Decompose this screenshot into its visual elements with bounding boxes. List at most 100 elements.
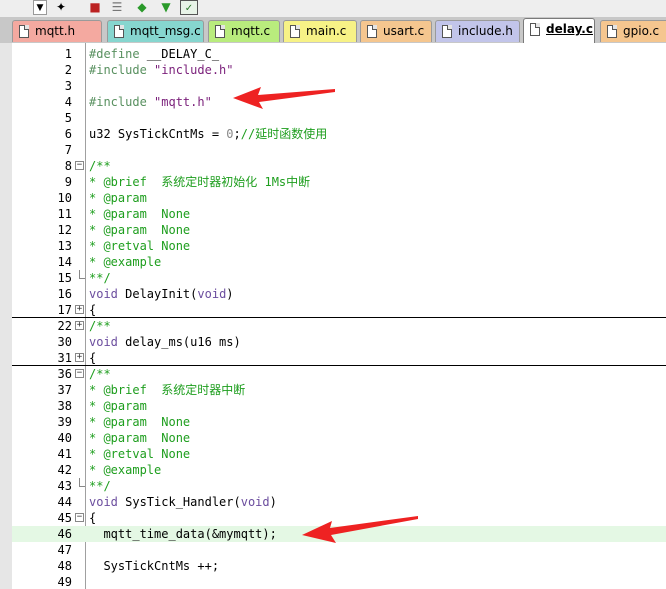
code-line[interactable]: 1 #define __DELAY_C_ [12,46,666,62]
code-line[interactable]: 13 * @retval None [12,238,666,254]
code-token: * @brief 系统定时器初始化 1Ms中断 [89,175,311,189]
code-line[interactable]: 39 * @param None [12,414,666,430]
dropdown-icon[interactable]: ▼ [33,0,47,15]
line-number: 47 [57,543,72,557]
code-text: * @param None [89,222,190,238]
code-token: ) [269,495,277,509]
code-token: u32 SysTickCntMs = [89,127,227,141]
code-text: { [89,350,96,366]
code-line[interactable]: 22 + /** [12,318,666,334]
tab-mqtt-h[interactable]: mqtt.h [12,20,102,42]
code-text: * @example [89,254,161,270]
code-text: * @retval None [89,446,190,462]
code-line[interactable]: 36−/** [12,366,666,382]
code-line[interactable]: 40 * @param None [12,430,666,446]
code-line[interactable]: 38 * @param [12,398,666,414]
code-token: * @param None [89,431,191,445]
line-number: 30 [57,335,72,349]
tab-gpio-c[interactable]: gpio.c [600,20,666,42]
line-number: 48 [57,559,72,573]
tab-main-c[interactable]: main.c [283,20,357,42]
expand-icon[interactable]: + [75,321,84,330]
line-number: 38 [57,399,72,413]
line-number: 42 [57,463,72,477]
collapse-icon[interactable]: − [75,513,84,522]
code-token: **/ [89,271,111,285]
collapse-icon[interactable]: − [75,161,84,170]
code-line[interactable]: 6 u32 SysTickCntMs = 0;//延时函数使用 [12,126,666,142]
tab-include-h[interactable]: include.h [435,20,520,42]
code-line[interactable]: 10 * @param [12,190,666,206]
code-line[interactable]: 17 + { [12,302,666,318]
tab-usart-c[interactable]: usart.c [360,20,432,42]
code-line[interactable]: 12 * @param None [12,222,666,238]
line-number: 40 [57,431,72,445]
code-line[interactable]: 8−/** [12,158,666,174]
build-icon[interactable]: ■ [86,0,104,15]
tab-mqtt-c[interactable]: mqtt.c [208,20,280,42]
code-text: void DelayInit(void) [89,286,234,302]
code-line[interactable]: 31 + { [12,350,666,366]
code-line[interactable]: 44 void SysTick_Handler(void) [12,494,666,510]
file-icon [607,25,617,38]
file-icon [290,25,300,38]
tab-delay-c[interactable]: delay.c [523,18,595,43]
line-number: 1 [64,47,72,61]
code-text: { [89,302,96,318]
code-token: #define [89,47,140,61]
line-number: 14 [57,255,72,269]
expand-icon[interactable]: + [75,353,84,362]
tab-mqtt-msg-c[interactable]: mqtt_msg.c [107,20,204,42]
file-icon [367,25,377,38]
code-line[interactable]: 37 * @brief 系统定时器中断 [12,382,666,398]
line-number: 31 [57,351,72,365]
magic-wand-icon[interactable]: ✦ [52,0,70,15]
line-number: 45 [57,511,72,525]
code-line[interactable]: 16 void DelayInit(void) [12,286,666,302]
code-line[interactable]: 14 * @example [12,254,666,270]
code-line[interactable]: 2 #include "include.h" [12,62,666,78]
code-line[interactable]: 11 * @param None [12,206,666,222]
green-diamond-icon[interactable]: ▼ [157,0,175,15]
code-line[interactable]: 42 * @example [12,462,666,478]
line-number: 3 [64,79,72,93]
line-number: 41 [57,447,72,461]
code-editor[interactable]: 1 #define __DELAY_C_ 2 #include "include.h"… [12,43,666,589]
code-text: * @param None [89,430,190,446]
green-down-icon[interactable]: ◆ [133,0,151,15]
code-text: #define __DELAY_C_ [89,46,219,62]
code-line[interactable]: 9 * @brief 系统定时器初始化 1Ms中断 [12,174,666,190]
tab-label: mqtt.h [35,24,76,38]
code-line[interactable]: 49 [12,574,666,589]
code-token: { [89,511,97,525]
red-arrow-icon [302,516,418,543]
code-text: { [89,510,96,526]
tab-label: delay.c [546,22,593,36]
stack-icon[interactable]: ☰ [108,0,126,15]
toolbar: ▼ ✦ ■ ☰ ◆ ▼ ✓ [0,0,666,18]
code-line[interactable]: 7 [12,142,666,158]
code-token: * @param [89,399,147,413]
line-number: 22 [57,319,72,333]
file-tab-bar: mqtt.h mqtt_msg.c mqtt.c main.c usart.c inclu… [0,17,666,43]
code-token: * @param None [89,207,191,221]
checklist-icon[interactable]: ✓ [180,0,198,15]
code-token: { [89,303,97,317]
code-text: mqtt_time_data(&mymqtt); [89,526,276,542]
code-line[interactable]: 5 [12,110,666,126]
code-line[interactable]: 30 void delay_ms(u16 ms) [12,334,666,350]
code-token: /** [89,319,111,333]
code-line[interactable]: 41 * @retval None [12,446,666,462]
code-text: SysTickCntMs ++; [89,558,219,574]
code-token: /** [89,367,111,381]
code-line[interactable]: 48 SysTickCntMs ++; [12,558,666,574]
code-line[interactable]: 15 **/ [12,270,666,286]
code-line[interactable]: 43 **/ [12,478,666,494]
code-text: **/ [89,478,111,494]
code-token: /** [89,159,111,173]
collapse-icon[interactable]: − [75,369,84,378]
tab-label: mqtt.c [231,24,271,38]
code-token: { [89,351,97,365]
expand-icon[interactable]: + [75,305,84,314]
line-number: 44 [57,495,72,509]
